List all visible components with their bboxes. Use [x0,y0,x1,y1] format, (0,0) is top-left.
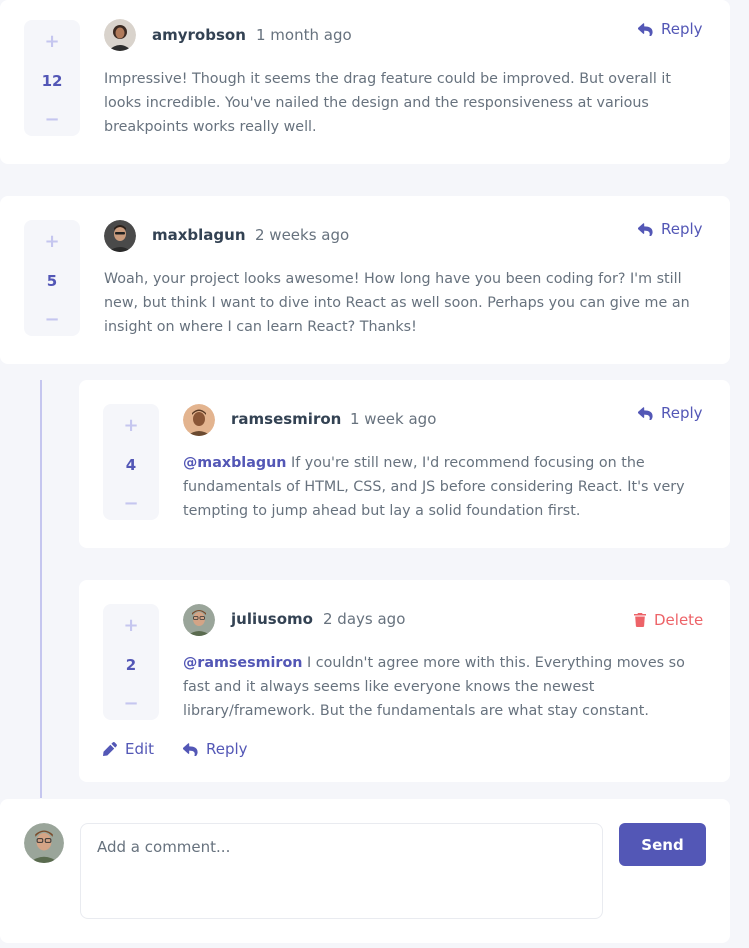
downvote-button[interactable]: − [123,494,138,514]
avatar [183,404,215,436]
username[interactable]: juliusomo [231,610,313,628]
reply-card: + 2 − juliusomo 2 days ago Delete @ramse… [79,580,730,782]
timestamp: 2 weeks ago [255,226,350,244]
reply-label: Reply [206,740,248,758]
trash-icon [634,613,646,627]
reply-label: Reply [661,404,703,422]
upvote-button[interactable]: + [44,232,59,252]
comment-content: Woah, your project looks awesome! How lo… [104,271,690,335]
timestamp: 1 month ago [256,26,352,44]
vote-score: 2 [125,656,137,674]
comment-card: + 5 − maxblagun 2 weeks ago Reply Woah, … [0,196,730,364]
reply-label: Reply [661,20,703,38]
upvote-button[interactable]: + [123,416,138,436]
reply-button[interactable]: Reply [638,220,703,238]
mention-link[interactable]: @maxblagun [183,455,286,471]
vote-score: 4 [125,456,137,474]
timestamp: 2 days ago [323,610,406,628]
reply-icon [183,742,198,756]
send-button[interactable]: Send [619,823,706,866]
reply-button[interactable]: Reply [638,20,703,38]
comment-input[interactable] [80,823,603,919]
vote-widget: + 2 − [103,604,159,720]
upvote-button[interactable]: + [123,616,138,636]
comment-card: + 12 − amyrobson 1 month ago Reply Impre… [0,0,730,164]
avatar [104,19,136,51]
downvote-button[interactable]: − [44,310,59,330]
reply-button[interactable]: Reply [638,404,703,422]
reply-button[interactable]: Reply [183,740,248,758]
edit-label: Edit [125,740,155,758]
downvote-button[interactable]: − [123,694,138,714]
vote-score: 12 [41,72,63,90]
vote-widget: + 5 − [24,220,80,336]
reply-content: @maxblagun If you're still new, I'd reco… [183,451,703,523]
delete-button[interactable]: Delete [634,611,703,629]
mention-link[interactable]: @ramsesmiron [183,655,302,671]
reply-thread-line [40,380,42,798]
username[interactable]: ramsesmiron [231,410,341,428]
username[interactable]: maxblagun [152,226,246,244]
avatar [104,220,136,252]
edit-button[interactable]: Edit [103,740,154,758]
reply-content: @ramsesmiron I couldn't agree more with … [183,651,705,723]
vote-widget: + 4 − [103,404,159,520]
vote-score: 5 [46,272,58,290]
downvote-button[interactable]: − [44,110,59,130]
username[interactable]: amyrobson [152,26,246,44]
comment-content: Impressive! Though it seems the drag fea… [104,71,671,135]
upvote-button[interactable]: + [44,32,59,52]
reply-card: + 4 − ramsesmiron 1 week ago Reply @maxb… [79,380,730,548]
timestamp: 1 week ago [350,410,437,428]
delete-label: Delete [654,611,704,629]
avatar [183,604,215,636]
vote-widget: + 12 − [24,20,80,136]
reply-icon [638,406,653,420]
reply-icon [638,222,653,236]
current-user-avatar [24,823,64,863]
reply-icon [638,22,653,36]
edit-icon [103,742,117,756]
reply-label: Reply [661,220,703,238]
